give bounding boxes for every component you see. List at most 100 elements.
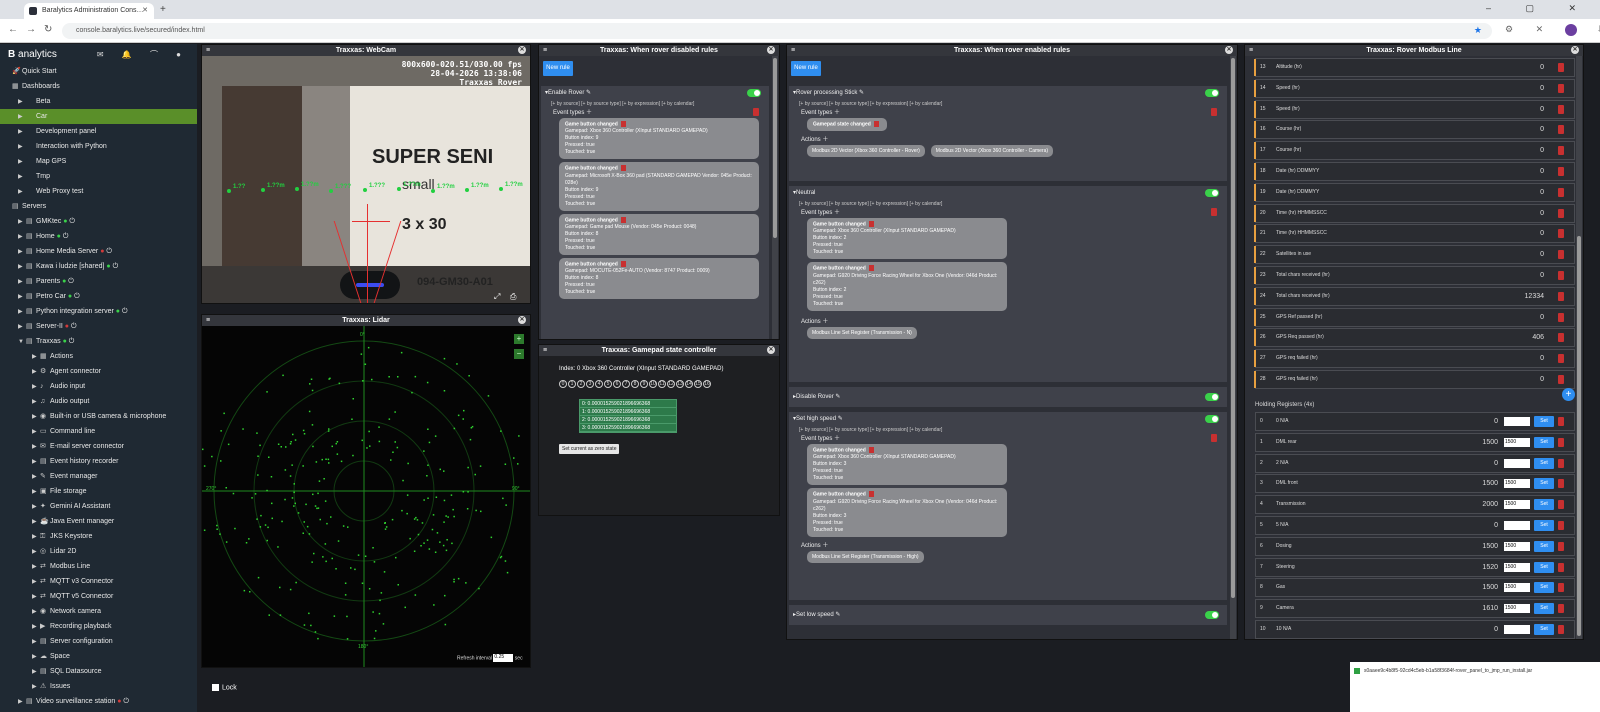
power-icon[interactable]: ⏻ [69, 323, 77, 330]
source-filters[interactable]: [+ by source] [+ by source type] [+ by e… [789, 200, 1227, 208]
sidebar-item[interactable]: ▶ Development panel [0, 124, 197, 139]
set-register-button[interactable]: Set [1534, 540, 1554, 552]
lock-checkbox[interactable] [212, 684, 219, 691]
delete-register-icon[interactable] [1558, 208, 1564, 218]
delete-register-icon[interactable] [1558, 63, 1564, 72]
rule-enabled-toggle[interactable] [1205, 189, 1219, 197]
sidebar-item[interactable]: ▶ ▤ Video surveillance station ● ⏻ [0, 694, 197, 709]
new-tab-button[interactable]: + [160, 4, 166, 15]
delete-event-icon[interactable] [868, 265, 874, 272]
register-input[interactable] [1504, 521, 1530, 530]
sidebar-item[interactable]: ▶ Beta [0, 94, 197, 109]
new-rule-button[interactable]: New rule [543, 61, 573, 76]
event-chip[interactable]: Game button changed Gamepad: Xbox 360 Con… [807, 444, 1007, 486]
sidebar-item[interactable]: ▶ ▦ Actions [0, 349, 197, 364]
register-input[interactable]: 1500 [1504, 562, 1530, 572]
set-register-button[interactable]: Set [1534, 478, 1554, 490]
set-register-button[interactable]: Set [1534, 561, 1554, 573]
sidebar-item[interactable]: ▶ ▤ Server configuration [0, 634, 197, 649]
menu-icon[interactable]: ≡ [791, 45, 795, 56]
power-icon[interactable]: ⏻ [67, 218, 75, 225]
sidebar-item[interactable]: ▶ ⇄ MQTT v3 Connector [0, 574, 197, 589]
delete-register-icon[interactable] [1558, 521, 1564, 530]
profile-avatar[interactable] [1565, 24, 1577, 36]
delete-register-icon[interactable] [1558, 104, 1564, 114]
delete-register-icon[interactable] [1558, 500, 1564, 510]
sidebar-item[interactable]: ▶ ✦ Gemini AI Assistant [0, 499, 197, 514]
sidebar-item[interactable]: ▶ ✉ E-mail server connector [0, 439, 197, 454]
power-icon[interactable]: ⏻ [72, 293, 80, 300]
set-zero-button[interactable]: Set current as zero state [559, 444, 620, 454]
register-input[interactable]: 1500 [1504, 500, 1530, 510]
window-controls[interactable]: – ▢ ✕ [1486, 3, 1592, 14]
source-filters[interactable]: [+ by source] [+ by source type] [+ by e… [789, 100, 1227, 108]
delete-register-icon[interactable] [1558, 167, 1564, 176]
rule-header[interactable]: ▾Rover processing Stick ✎ [789, 86, 1227, 100]
sidebar-item[interactable]: ▶ ▤ GMKtec ● ⏻ [0, 214, 197, 229]
close-icon[interactable]: ✕ [767, 346, 775, 354]
delete-event-icon[interactable] [868, 221, 874, 227]
action-chip[interactable]: Modbus 2D Vector (Xbox 360 Controller - … [930, 145, 1054, 158]
sidebar-item[interactable]: ▶ ☁ Space [0, 649, 197, 664]
register-input[interactable] [1504, 458, 1530, 468]
delete-event-icon[interactable] [873, 121, 879, 127]
close-icon[interactable]: ✕ [1571, 46, 1579, 54]
register-input[interactable] [1504, 625, 1530, 634]
source-filters[interactable]: [+ by source] [+ by source type] [+ by e… [541, 100, 769, 108]
sidebar-item[interactable]: ▶ ◎ Lidar 2D [0, 544, 197, 559]
delete-register-icon[interactable] [1558, 437, 1564, 447]
delete-rule-icon[interactable] [1211, 108, 1217, 116]
sidebar-item[interactable]: ▦ Dashboards [0, 79, 197, 94]
sidebar-item[interactable]: ▶ ▤ Server-II ● ⏻ [0, 319, 197, 334]
bookmark-star-icon[interactable]: ★ [1474, 25, 1482, 36]
power-icon[interactable]: ⏻ [104, 248, 112, 255]
register-input[interactable]: 1500 [1504, 479, 1530, 489]
power-icon[interactable]: ⏻ [121, 698, 129, 705]
sidebar-item[interactable]: ▶ ▤ Python integration server ● ⏻ [0, 304, 197, 319]
sidebar-item[interactable]: ▶ ▤ Event history recorder [0, 454, 197, 469]
lidar-view[interactable]: 0° 180° 270° 90° + − Refresh interval 0.… [202, 326, 530, 667]
lock-toggle[interactable]: Lock [212, 684, 237, 691]
action-chip[interactable]: Modbus Line Set Register (Transmission -… [807, 550, 924, 563]
event-chip[interactable]: Game button changed Gamepad: MOCUTE-052Fe… [559, 257, 759, 300]
download-notification[interactable]: s0aaee9c4b8f5-92cd4c5eb-b1a58f3684f-rove… [1350, 662, 1600, 712]
sidebar-item[interactable]: ▶ ▤ SQL Datasource [0, 664, 197, 679]
delete-event-icon[interactable] [620, 216, 626, 223]
delete-register-icon[interactable] [1558, 187, 1564, 197]
delete-register-icon[interactable] [1558, 83, 1564, 93]
set-register-button[interactable]: Set [1534, 436, 1554, 448]
sidebar-item[interactable]: ▶ ♪ Audio input [0, 379, 197, 394]
rule-enabled-toggle[interactable] [1205, 393, 1219, 401]
delete-register-icon[interactable] [1558, 479, 1564, 489]
power-icon[interactable]: ⏻ [61, 233, 69, 240]
fullscreen-icon[interactable]: ⤢ [494, 292, 500, 302]
set-register-button[interactable]: Set [1534, 499, 1554, 511]
rule-enabled-toggle[interactable] [1205, 89, 1219, 97]
delete-register-icon[interactable] [1558, 541, 1564, 551]
scrollbar[interactable] [1576, 56, 1582, 639]
register-input[interactable]: 1500 [1504, 583, 1530, 593]
set-register-button[interactable]: Set [1534, 416, 1554, 427]
delete-rule-icon[interactable] [753, 108, 759, 116]
scrollbar[interactable] [1230, 56, 1236, 639]
sidebar-item[interactable]: ▼ ▤ Traxxas ● ⏻ [0, 334, 197, 349]
event-chip[interactable]: Gamepad state changed [807, 118, 887, 132]
sidebar-item[interactable]: 🚀Quick Start [0, 64, 197, 79]
refresh-input[interactable]: 0.25 [493, 654, 514, 662]
delete-event-icon[interactable] [620, 165, 626, 172]
sidebar-item[interactable]: ▶ ⚙ Agent connector [0, 364, 197, 379]
delete-register-icon[interactable] [1558, 354, 1564, 364]
rule-header[interactable]: ▾Neutral [789, 186, 1227, 200]
delete-register-icon[interactable] [1558, 458, 1564, 468]
rule-header[interactable]: ▸Set low speed ✎ [789, 605, 1227, 625]
delete-register-icon[interactable] [1558, 604, 1564, 614]
new-rule-button[interactable]: New rule [791, 61, 821, 76]
delete-event-icon[interactable] [868, 447, 874, 453]
sidebar-item[interactable]: ▶ ⇄ MQTT v5 Connector [0, 589, 197, 604]
delete-register-icon[interactable] [1558, 146, 1564, 156]
sidebar-item[interactable]: ▶ ♫ Audio output [0, 394, 197, 409]
close-icon[interactable]: ✕ [767, 46, 775, 54]
register-input[interactable] [1504, 417, 1530, 426]
set-register-button[interactable]: Set [1534, 603, 1554, 615]
zoom-in-button[interactable]: + [514, 334, 524, 344]
